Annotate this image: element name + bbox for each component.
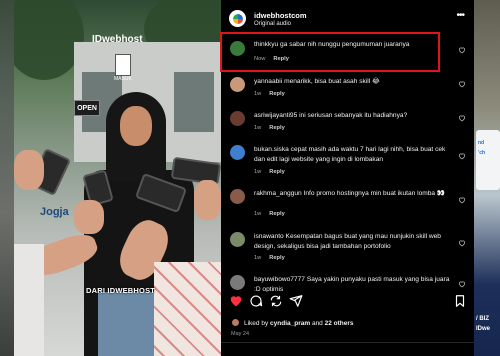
post-date: May 24: [231, 331, 250, 337]
comment-avatar[interactable]: [230, 145, 245, 160]
comment-avatar[interactable]: [230, 232, 245, 247]
comment-icon[interactable]: [249, 294, 263, 308]
peek-text: IDwe: [476, 326, 491, 332]
liked-by-avatar: [231, 318, 240, 327]
likes-summary[interactable]: Liked by cyndia_pram and 22 others: [231, 318, 354, 327]
idwebhost-watermark: IDwebhost: [92, 34, 143, 45]
peek-text: 'ch: [478, 150, 486, 156]
liked-by-others[interactable]: 22 others: [325, 320, 354, 327]
comment-avatar[interactable]: [230, 275, 245, 290]
comment-avatar[interactable]: [230, 77, 245, 92]
like-comment-icon[interactable]: [458, 152, 466, 160]
hand: [74, 200, 104, 234]
audio-label[interactable]: Original audio: [254, 21, 291, 27]
reply-button[interactable]: Reply: [269, 169, 285, 175]
reply-button[interactable]: Reply: [269, 91, 285, 97]
reply-button[interactable]: Reply: [273, 56, 289, 62]
reel-video[interactable]: IDwebhost MASUK OPEN Jogja DARI IDWEBHOS…: [14, 0, 221, 356]
like-comment-icon[interactable]: [458, 46, 466, 54]
comment-item: bayuwibowo7777 Saya yakin punyaku pasti …: [221, 272, 474, 292]
comment-avatar[interactable]: [230, 41, 245, 56]
post-actions: [221, 294, 474, 312]
next-reel-edge[interactable]: nd 'ch / BIZ IDwe: [474, 0, 500, 356]
hand: [14, 150, 44, 190]
comment-username[interactable]: yannaabii: [254, 78, 282, 85]
account-avatar[interactable]: [229, 10, 246, 27]
reply-button[interactable]: Reply: [269, 211, 285, 217]
like-comment-icon[interactable]: [458, 196, 466, 204]
open-sign: OPEN: [74, 100, 100, 116]
like-comment-icon[interactable]: [458, 280, 466, 288]
woman-face: [120, 106, 152, 146]
comment-text: menarikk, bisa buat asah skill 😂: [284, 78, 380, 85]
comment-username[interactable]: thinkkyu: [254, 41, 278, 48]
like-comment-icon[interactable]: [458, 114, 466, 122]
like-comment-icon[interactable]: [458, 80, 466, 88]
storefront-text: Jogja: [40, 206, 69, 218]
comment-time: 1w: [254, 91, 262, 97]
share-icon[interactable]: [289, 294, 303, 308]
peek-text: / BIZ: [476, 316, 489, 322]
add-comment-bar[interactable]: [221, 342, 474, 356]
qr-code-image: [115, 54, 131, 76]
peek-text: nd: [478, 140, 485, 146]
comment-username[interactable]: isnawanto: [254, 233, 284, 240]
jeans: [98, 292, 162, 356]
comment-avatar[interactable]: [230, 189, 245, 204]
post-header: idwebhostcom Original audio •••: [221, 0, 474, 30]
comments-panel: idwebhostcom Original audio ••• thinkkyu…: [221, 0, 474, 356]
comment-text: Info promo hostingnya min buat ikutan lo…: [303, 190, 446, 197]
comment-time: 1w: [254, 125, 262, 131]
floral-shirt: [154, 262, 221, 356]
liked-by-user[interactable]: cyndia_pram: [270, 320, 310, 327]
video-caption: DARI IDWEBHOST: [86, 286, 156, 295]
comment-time: 1w: [254, 169, 262, 175]
comment-username[interactable]: rakhma_anggun: [254, 190, 302, 197]
remix-icon[interactable]: [269, 294, 283, 308]
peek-card: [476, 130, 500, 190]
hand: [194, 180, 221, 220]
comment-text: ga sabar nih nunggu pengumuman juaranya: [280, 41, 410, 48]
comment-text: ini seriusan sebanyak itu hadiahnya?: [299, 112, 408, 119]
comment-username[interactable]: bukan.siska: [254, 146, 289, 153]
reply-button[interactable]: Reply: [269, 125, 285, 131]
account-name[interactable]: idwebhostcom: [254, 11, 307, 20]
comment-username[interactable]: bayuwibowo7777: [254, 276, 305, 283]
reply-button[interactable]: Reply: [269, 255, 285, 261]
comment-time: 1w: [254, 211, 262, 217]
comment-avatar[interactable]: [230, 111, 245, 126]
qr-label: MASUK: [114, 76, 132, 82]
comment-time: 1w: [254, 255, 262, 261]
previous-reel-edge[interactable]: [0, 0, 14, 356]
comment-username[interactable]: asriwijayanti95: [254, 112, 297, 119]
comment-time: Now: [254, 56, 266, 62]
liked-heart-icon[interactable]: [229, 294, 243, 308]
save-bookmark-icon[interactable]: [453, 294, 467, 308]
white-shirt: [14, 244, 44, 356]
like-comment-icon[interactable]: [458, 239, 466, 247]
more-options-icon[interactable]: •••: [456, 11, 464, 21]
